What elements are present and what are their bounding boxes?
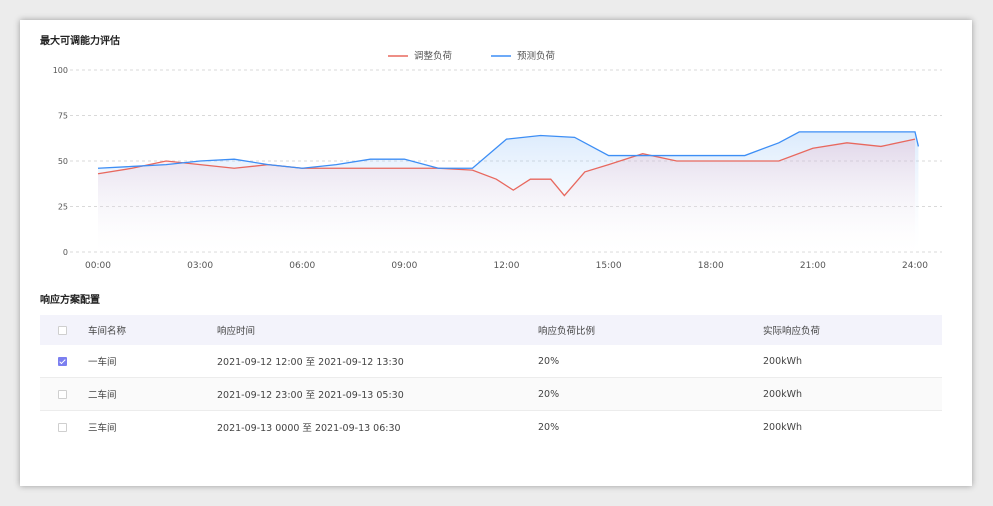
x-tick-label: 12:00: [494, 261, 520, 270]
workshop-name: 三车间: [88, 423, 117, 434]
y-tick-label: 0: [63, 248, 68, 257]
y-tick-label: 25: [58, 203, 68, 212]
checkbox-checked-icon: [58, 356, 67, 366]
actual-load: 200kWh: [763, 421, 803, 433]
response-time: 2021-09-12 12:00 至 2021-09-12 13:30: [217, 357, 404, 368]
x-tick-label: 06:00: [289, 261, 315, 270]
workshop-name: 一车间: [88, 357, 117, 368]
table-header-row: 车间名称 响应时间 响应负荷比例 实际响应负荷: [40, 315, 942, 345]
workshop-name: 二车间: [88, 390, 117, 401]
header-response-ratio: 响应负荷比例: [538, 326, 596, 337]
x-tick-label: 03:00: [187, 261, 213, 270]
x-tick-label: 24:00: [902, 261, 928, 270]
y-tick-label: 75: [58, 112, 68, 121]
legend-label: 预测负荷: [517, 50, 556, 62]
table-row[interactable]: 三车间 2021-09-13 0000 至 2021-09-13 06:30 2…: [40, 411, 942, 443]
actual-load: 200kWh: [763, 388, 803, 400]
x-tick-label: 00:00: [85, 261, 111, 270]
x-tick-label: 09:00: [391, 261, 417, 270]
row-checkbox[interactable]: [58, 345, 67, 377]
legend-label: 调整负荷: [414, 50, 453, 62]
response-ratio: 20%: [538, 421, 560, 433]
y-tick-label: 50: [58, 157, 68, 166]
row-checkbox[interactable]: [58, 411, 67, 443]
response-plan-table: 车间名称 响应时间 响应负荷比例 实际响应负荷 一车间 2021-09-12 1…: [40, 315, 942, 443]
actual-load: 200kWh: [763, 355, 803, 367]
table-section-title: 响应方案配置: [40, 295, 100, 306]
table-row[interactable]: 二车间 2021-09-12 23:00 至 2021-09-13 05:30 …: [40, 378, 942, 411]
y-tick-label: 100: [53, 66, 68, 75]
x-tick-label: 21:00: [800, 261, 826, 270]
response-ratio: 20%: [538, 355, 560, 367]
response-time: 2021-09-12 23:00 至 2021-09-13 05:30: [217, 390, 404, 401]
header-response-time: 响应时间: [217, 326, 256, 337]
response-ratio: 20%: [538, 388, 560, 400]
row-checkbox[interactable]: [58, 378, 67, 410]
header-workshop-name: 车间名称: [88, 326, 127, 337]
header-actual-load: 实际响应负荷: [763, 326, 821, 337]
load-chart: 0 25 50 75 100 00:00 03:00 06:00 09:00 12:00 15:00…: [53, 50, 942, 270]
x-tick-label: 15:00: [596, 261, 622, 270]
main-card: 最大可调能力评估 0 25 50 75 100 00:00 03:00 06:00 09:00 1…: [20, 20, 972, 486]
response-time: 2021-09-13 0000 至 2021-09-13 06:30: [217, 423, 401, 434]
select-all-checkbox[interactable]: [58, 315, 67, 345]
x-tick-label: 18:00: [698, 261, 724, 270]
table-row[interactable]: 一车间 2021-09-12 12:00 至 2021-09-12 13:30 …: [40, 345, 942, 378]
